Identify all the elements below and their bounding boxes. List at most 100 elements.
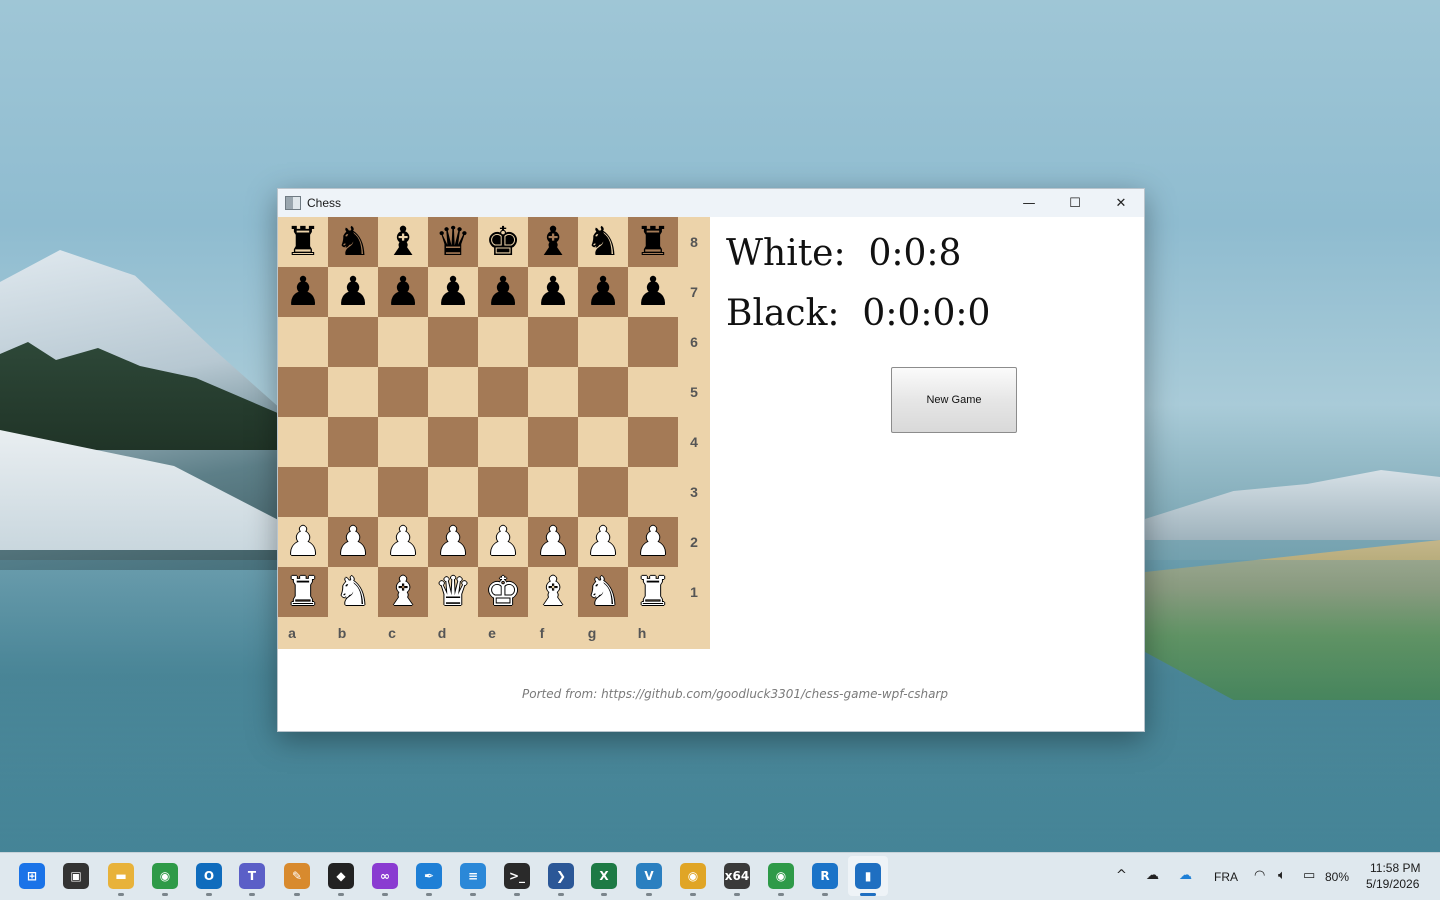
close-button[interactable]: ✕ bbox=[1098, 189, 1144, 217]
square-a1[interactable]: ♜ bbox=[278, 567, 328, 617]
square-a8[interactable]: ♜ bbox=[278, 217, 328, 267]
square-d4[interactable] bbox=[428, 417, 478, 467]
square-h4[interactable] bbox=[628, 417, 678, 467]
wifi-icon[interactable]: ◠ bbox=[1254, 868, 1265, 883]
chrome-icon[interactable]: ◉ bbox=[152, 863, 178, 889]
square-f8[interactable]: ♝ bbox=[528, 217, 578, 267]
square-d7[interactable]: ♟ bbox=[428, 267, 478, 317]
square-d3[interactable] bbox=[428, 467, 478, 517]
square-a7[interactable]: ♟ bbox=[278, 267, 328, 317]
rider-icon[interactable]: R bbox=[812, 863, 838, 889]
visual-studio-icon[interactable]: ∞ bbox=[372, 863, 398, 889]
chrome-alt-icon[interactable]: ◉ bbox=[768, 863, 794, 889]
square-b8[interactable]: ♞ bbox=[328, 217, 378, 267]
maximize-button[interactable]: ☐ bbox=[1052, 189, 1098, 217]
square-h2[interactable]: ♟ bbox=[628, 517, 678, 567]
square-g2[interactable]: ♟ bbox=[578, 517, 628, 567]
square-h8[interactable]: ♜ bbox=[628, 217, 678, 267]
square-f2[interactable]: ♟ bbox=[528, 517, 578, 567]
powershell-icon[interactable]: ❯ bbox=[548, 863, 574, 889]
clock-date[interactable]: 5/19/2026 bbox=[1366, 877, 1419, 891]
square-a2[interactable]: ♟ bbox=[278, 517, 328, 567]
square-f6[interactable] bbox=[528, 317, 578, 367]
chess-app-icon[interactable]: ▮ bbox=[855, 863, 881, 889]
minimize-button[interactable]: — bbox=[1006, 189, 1052, 217]
x64-app-icon[interactable]: x64 bbox=[724, 863, 750, 889]
clock-time[interactable]: 11:58 PM bbox=[1370, 861, 1420, 875]
square-d6[interactable] bbox=[428, 317, 478, 367]
square-f7[interactable]: ♟ bbox=[528, 267, 578, 317]
battery-icon[interactable]: ▭ bbox=[1303, 868, 1315, 883]
square-h1[interactable]: ♜ bbox=[628, 567, 678, 617]
square-b5[interactable] bbox=[328, 367, 378, 417]
running-indicator bbox=[294, 893, 300, 896]
square-g4[interactable] bbox=[578, 417, 628, 467]
title-bar[interactable]: Chess — ☐ ✕ bbox=[278, 189, 1144, 217]
square-a5[interactable] bbox=[278, 367, 328, 417]
square-e6[interactable] bbox=[478, 317, 528, 367]
file-explorer-icon[interactable]: ▬ bbox=[108, 863, 134, 889]
square-h3[interactable] bbox=[628, 467, 678, 517]
square-c8[interactable]: ♝ bbox=[378, 217, 428, 267]
square-b6[interactable] bbox=[328, 317, 378, 367]
start-icon[interactable]: ⊞ bbox=[19, 863, 45, 889]
square-g1[interactable]: ♞ bbox=[578, 567, 628, 617]
cloud-sync-icon[interactable]: ☁ bbox=[1146, 868, 1159, 883]
task-view-icon[interactable]: ▣ bbox=[63, 863, 89, 889]
square-a4[interactable] bbox=[278, 417, 328, 467]
square-f3[interactable] bbox=[528, 467, 578, 517]
square-d2[interactable]: ♟ bbox=[428, 517, 478, 567]
pen-app-icon[interactable]: ✒ bbox=[416, 863, 442, 889]
volume-icon[interactable]: 🔈︎ bbox=[1278, 868, 1286, 883]
notepad-icon[interactable]: ≡ bbox=[460, 863, 486, 889]
square-h5[interactable] bbox=[628, 367, 678, 417]
square-e5[interactable] bbox=[478, 367, 528, 417]
square-c4[interactable] bbox=[378, 417, 428, 467]
square-c5[interactable] bbox=[378, 367, 428, 417]
square-f5[interactable] bbox=[528, 367, 578, 417]
paint-icon[interactable]: ✎ bbox=[284, 863, 310, 889]
square-d8[interactable]: ♛ bbox=[428, 217, 478, 267]
square-b1[interactable]: ♞ bbox=[328, 567, 378, 617]
new-game-button[interactable]: New Game bbox=[891, 367, 1017, 433]
square-e8[interactable]: ♚ bbox=[478, 217, 528, 267]
tray-overflow-chevron[interactable]: ^ bbox=[1116, 868, 1127, 883]
square-d1[interactable]: ♛ bbox=[428, 567, 478, 617]
square-e4[interactable] bbox=[478, 417, 528, 467]
square-h6[interactable] bbox=[628, 317, 678, 367]
square-g6[interactable] bbox=[578, 317, 628, 367]
outlook-icon[interactable]: O bbox=[196, 863, 222, 889]
app-black-icon[interactable]: ◆ bbox=[328, 863, 354, 889]
square-g7[interactable]: ♟ bbox=[578, 267, 628, 317]
square-b4[interactable] bbox=[328, 417, 378, 467]
square-c1[interactable]: ♝ bbox=[378, 567, 428, 617]
teams-icon[interactable]: T bbox=[239, 863, 265, 889]
vs-code-icon[interactable]: V bbox=[636, 863, 662, 889]
chrome-profile-icon[interactable]: ◉ bbox=[680, 863, 706, 889]
square-c3[interactable] bbox=[378, 467, 428, 517]
square-f4[interactable] bbox=[528, 417, 578, 467]
square-b7[interactable]: ♟ bbox=[328, 267, 378, 317]
square-e3[interactable] bbox=[478, 467, 528, 517]
terminal-icon[interactable]: >_ bbox=[504, 863, 530, 889]
square-g8[interactable]: ♞ bbox=[578, 217, 628, 267]
excel-icon[interactable]: X bbox=[591, 863, 617, 889]
square-g3[interactable] bbox=[578, 467, 628, 517]
language-indicator[interactable]: FRA bbox=[1214, 870, 1238, 884]
square-c6[interactable] bbox=[378, 317, 428, 367]
square-f1[interactable]: ♝ bbox=[528, 567, 578, 617]
square-h7[interactable]: ♟ bbox=[628, 267, 678, 317]
square-e2[interactable]: ♟ bbox=[478, 517, 528, 567]
square-d5[interactable] bbox=[428, 367, 478, 417]
square-g5[interactable] bbox=[578, 367, 628, 417]
onedrive-icon[interactable]: ☁ bbox=[1179, 868, 1192, 883]
square-a6[interactable] bbox=[278, 317, 328, 367]
square-c7[interactable]: ♟ bbox=[378, 267, 428, 317]
square-b2[interactable]: ♟ bbox=[328, 517, 378, 567]
square-e7[interactable]: ♟ bbox=[478, 267, 528, 317]
square-c2[interactable]: ♟ bbox=[378, 517, 428, 567]
square-e1[interactable]: ♚ bbox=[478, 567, 528, 617]
square-a3[interactable] bbox=[278, 467, 328, 517]
chess-board[interactable]: ♜ ♞ ♝ ♛ ♚ ♝ ♞ ♜ ♟ ♟ ♟ ♟ ♟ ♟ ♟ ♟ ♟ ♟ ♟ ♟ ♟ ♟ ♟ ♟ ♜ ♞ ♝ ♛ ♚ ♝ ♞ ♜ bbox=[278, 217, 678, 617]
square-b3[interactable] bbox=[328, 467, 378, 517]
